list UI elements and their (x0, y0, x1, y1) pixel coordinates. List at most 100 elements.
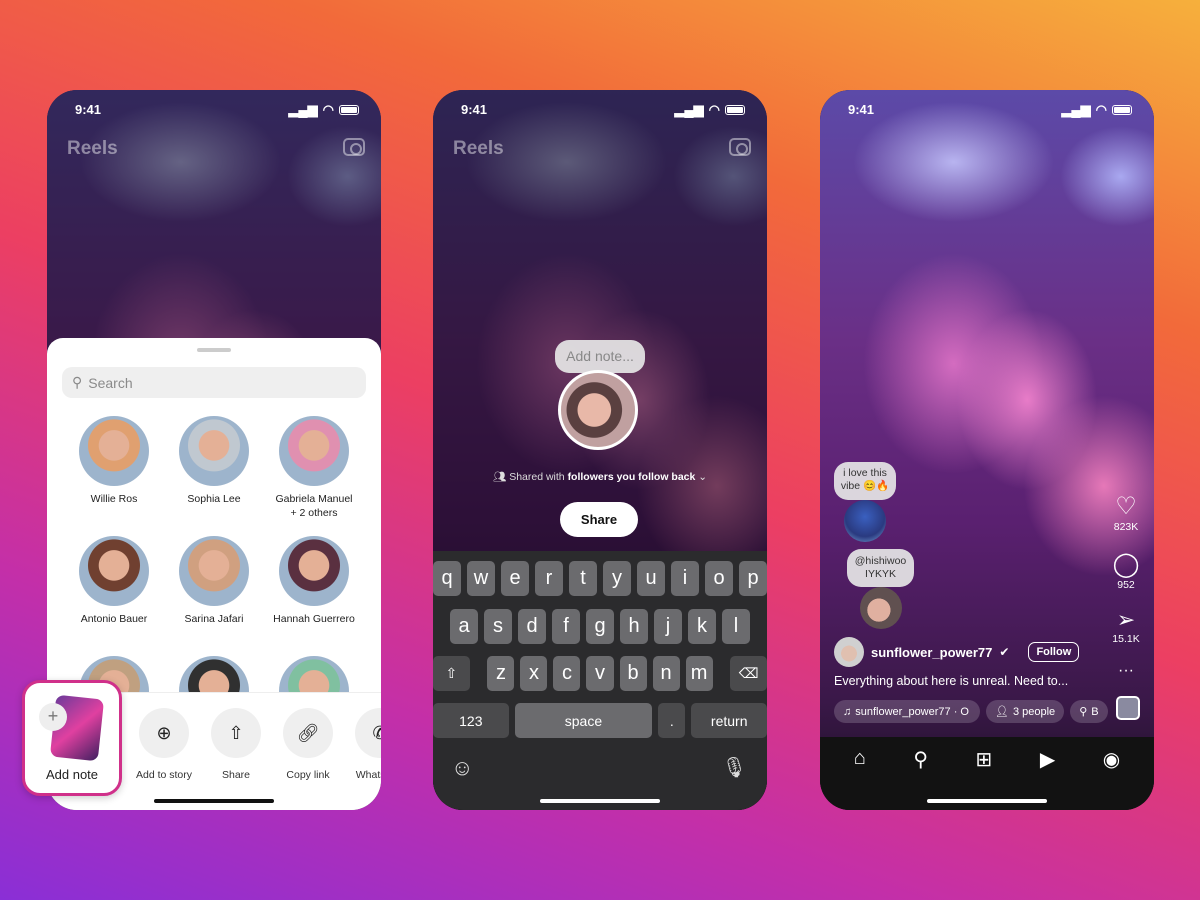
key[interactable]: l (722, 609, 750, 644)
avatar (79, 416, 149, 486)
key[interactable]: x (520, 656, 548, 691)
key[interactable]: p (739, 561, 767, 596)
contact-item[interactable]: Sophia Lee (164, 416, 264, 522)
caption[interactable]: Everything about here is unreal. Need to… (834, 674, 1068, 688)
audio-pill[interactable]: ♫ sunflower_power77 · O (834, 700, 980, 723)
person-icon: 👤︎ (995, 706, 1009, 718)
send-icon: ➢ (1116, 607, 1136, 632)
add-to-story-button[interactable]: ⊕ Add to story (128, 708, 200, 781)
copy-link-button[interactable]: 🔗︎ Copy link (272, 708, 344, 781)
phone-add-note: 9:41 ▂▄▆ ◠ Reels Add note... 👥︎ Shared wit… (433, 90, 767, 810)
phone-reel: 9:41 ▂▄▆ ◠ i love this vibe 😊🔥 @hishiwoo I… (820, 90, 1154, 810)
key[interactable]: v (586, 656, 614, 691)
avatar (279, 416, 349, 486)
chevron-down-icon: ⌄ (695, 471, 708, 483)
key[interactable]: e (501, 561, 529, 596)
status-bar: 9:41 ▂▄▆ ◠ (461, 102, 745, 118)
key[interactable]: b (619, 656, 647, 691)
home-icon[interactable]: ⌂ (854, 747, 866, 810)
key-period[interactable]: . (658, 703, 686, 738)
contact-item[interactable]: Hannah Guerrero (264, 536, 364, 642)
verified-icon: ✔ (999, 645, 1010, 659)
key[interactable]: w (467, 561, 495, 596)
contact-name: Hannah Guerrero (273, 613, 355, 625)
key[interactable]: q (433, 561, 461, 596)
whatsapp-icon: ✆ (355, 708, 381, 758)
sheet-handle[interactable] (197, 348, 231, 352)
key[interactable]: a (450, 609, 478, 644)
camera-icon[interactable] (729, 138, 751, 156)
key-space[interactable]: space (514, 703, 653, 738)
camera-icon[interactable] (343, 138, 365, 156)
avatar (558, 370, 638, 450)
avatar (279, 536, 349, 606)
key[interactable]: f (552, 609, 580, 644)
key[interactable]: y (603, 561, 631, 596)
key[interactable]: k (688, 609, 716, 644)
contact-name: Gabriela Manuel + 2 others (275, 493, 353, 519)
whatsapp-button[interactable]: ✆WhatsApp (344, 708, 381, 781)
status-bar: 9:41 ▂▄▆ ◠ (848, 102, 1132, 118)
add-note-button[interactable]: + Add note (22, 680, 122, 796)
contact-item[interactable]: Gabriela Manuel + 2 others (264, 416, 364, 522)
page-title: Reels (453, 138, 504, 159)
page-title: Reels (67, 138, 118, 159)
key[interactable]: j (654, 609, 682, 644)
key[interactable]: n (652, 656, 680, 691)
note-bubble[interactable]: i love this vibe 😊🔥 (834, 462, 896, 500)
key[interactable]: s (484, 609, 512, 644)
battery-icon (1112, 105, 1132, 115)
key[interactable]: c (553, 656, 581, 691)
contact-item[interactable]: Sarina Jafari (164, 536, 264, 642)
audio-thumbnail[interactable] (1116, 696, 1140, 720)
key[interactable]: d (518, 609, 546, 644)
bottom-nav: ⌂ ⚲ ⊞ ▶ ◉ (820, 737, 1154, 810)
backspace-key[interactable]: ⌫ (730, 656, 767, 691)
profile-icon[interactable]: ◉ (1103, 747, 1120, 810)
audience-selector[interactable]: 👥︎ Shared with followers you follow back… (433, 470, 767, 483)
like-button[interactable]: ♡ 823K (1112, 492, 1140, 533)
home-indicator (154, 799, 274, 803)
contact-item[interactable]: Antonio Bauer (64, 536, 164, 642)
key[interactable]: i (671, 561, 699, 596)
status-bar: 9:41 ▂▄▆ ◠ (75, 102, 359, 118)
home-indicator (540, 799, 660, 803)
avatar (179, 416, 249, 486)
share-note-button[interactable]: Share (560, 502, 638, 537)
note-bubble[interactable]: @hishiwoo IYKYK (847, 549, 914, 587)
search-icon[interactable]: ⚲ (913, 747, 928, 810)
note-avatar[interactable] (844, 500, 886, 542)
username[interactable]: sunflower_power77 (871, 645, 992, 660)
home-indicator (927, 799, 1047, 803)
contact-name: Sophia Lee (187, 493, 241, 505)
key[interactable]: u (637, 561, 665, 596)
key[interactable]: t (569, 561, 597, 596)
key[interactable]: m (685, 656, 713, 691)
note-avatar[interactable] (860, 587, 902, 629)
key[interactable]: g (586, 609, 614, 644)
location-pill[interactable]: ⚲ B (1070, 700, 1108, 723)
search-input[interactable]: ⚲ Search (62, 367, 366, 398)
contact-name: Willie Ros (90, 493, 138, 505)
key[interactable]: h (620, 609, 648, 644)
shift-key[interactable]: ⇧ (433, 656, 470, 691)
heart-icon: ♡ (1115, 493, 1137, 520)
key-return[interactable]: return (691, 703, 767, 738)
key-numbers[interactable]: 123 (433, 703, 509, 738)
avatar[interactable] (834, 637, 864, 667)
key[interactable]: o (705, 561, 733, 596)
people-pill[interactable]: 👤︎ 3 people (986, 700, 1065, 723)
more-icon[interactable]: ··· (1112, 662, 1140, 680)
microphone-icon[interactable]: 🎙︎ (722, 755, 747, 780)
key[interactable]: r (535, 561, 563, 596)
contact-item[interactable]: Willie Ros (64, 416, 164, 522)
key[interactable]: z (487, 656, 515, 691)
follow-button[interactable]: Follow (1028, 642, 1080, 662)
note-input[interactable]: Add note... (555, 340, 645, 373)
comment-button[interactable]: ◯ 952 (1112, 550, 1140, 591)
add-story-icon: ⊕ (139, 708, 189, 758)
share-button[interactable]: ⇧ Share (200, 708, 272, 781)
contact-name: Sarina Jafari (184, 613, 244, 625)
emoji-icon[interactable]: ☺ (451, 755, 473, 781)
send-button[interactable]: ➢ 15.1K (1112, 607, 1140, 645)
